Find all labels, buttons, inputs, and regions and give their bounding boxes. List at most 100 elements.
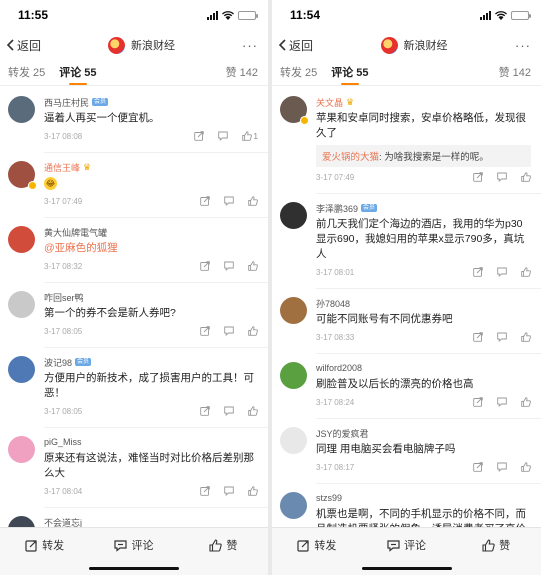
avatar[interactable] (8, 516, 35, 527)
comment-like-button[interactable] (248, 326, 258, 336)
author-name[interactable]: piG_Miss (44, 437, 82, 447)
comment-share-button[interactable] (473, 332, 483, 342)
comment-item[interactable]: 李泽鹏369 会员 前几天我们定个海边的酒店，我用的华为p30显示690，我媳妇用的… (272, 194, 541, 281)
author-name[interactable]: 黄大仙牌電气罐 (44, 226, 107, 239)
repost-button[interactable]: 转发 (0, 537, 89, 553)
comment-like-button[interactable] (248, 486, 258, 496)
tab-comment[interactable]: 评论 55 (331, 60, 369, 86)
back-button[interactable]: 返回 (6, 37, 41, 54)
comment-like-button[interactable]: 1 (241, 131, 258, 141)
comment-item[interactable]: stzs99 机票也是啊，不同的手机显示的价格不同，而且制造机票紧张的假象，诱导消… (272, 484, 541, 527)
author-name[interactable]: 李泽鹏369 (316, 202, 358, 215)
comment-meta: 3-17 08:33 (316, 328, 531, 346)
comment-like-button[interactable] (248, 406, 258, 416)
comment-text: @亚麻色的狐狸 (44, 241, 258, 256)
author-name[interactable]: JSY的爱疯君 (316, 427, 369, 440)
avatar[interactable] (8, 96, 35, 123)
comment-item[interactable]: 关文晶 ♛ 苹果和安卓同时搜索，安卓价格略低，发现很久了 爱火锅的大猫: 为啥我搜索是… (272, 88, 541, 186)
comment-button[interactable]: 评论 (362, 537, 452, 553)
comment-button[interactable]: 评论 (89, 537, 178, 553)
comment-item[interactable]: 通信王峰 ♛ 😂 3-17 07:49 (0, 153, 268, 210)
author-name[interactable]: 咋回ser鸭 (44, 291, 84, 304)
tab-like[interactable]: 赞 142 (499, 60, 531, 86)
comment-reply-button[interactable] (217, 131, 228, 141)
comment-reply-button[interactable] (497, 397, 507, 407)
comment-share-button[interactable] (200, 326, 210, 336)
avatar[interactable] (280, 96, 309, 125)
reply-author[interactable]: 爱火锅的大猫 (322, 152, 379, 163)
comment-like-button[interactable] (248, 196, 258, 206)
comment-like-button[interactable] (248, 261, 258, 271)
comment-item[interactable]: piG_Miss 原来还有这说法，难怪当时对比价格后差别那么大 3-17 08:04 (0, 428, 268, 500)
like-button[interactable]: 赞 (451, 537, 541, 553)
comment-like-button[interactable] (521, 267, 531, 277)
comment-like-button[interactable] (521, 172, 531, 182)
comment-like-button[interactable] (521, 332, 531, 342)
comment-share-button[interactable] (193, 131, 204, 141)
comment-share-button[interactable] (473, 397, 483, 407)
account-header[interactable]: 新浪财经 (380, 36, 448, 54)
tab-bar: 转发 25 评论 55 赞 142 (0, 60, 268, 86)
reply-preview[interactable]: 爱火锅的大猫: 为啥我搜索是一样的呢。 (316, 145, 531, 167)
avatar[interactable] (280, 297, 307, 324)
comment-reply-button[interactable] (497, 172, 507, 182)
comment-item[interactable]: 西马庄村民 会员 逼着人再买一个便宜机。 3-17 08:08 1 (0, 88, 268, 145)
author-name[interactable]: 关文晶 (316, 96, 343, 109)
comment-share-button[interactable] (473, 267, 483, 277)
mention-link[interactable]: @亚麻色的狐狸 (44, 242, 118, 254)
avatar[interactable] (280, 362, 307, 389)
comment-share-button[interactable] (473, 462, 483, 472)
avatar[interactable] (8, 356, 35, 383)
comment-item[interactable]: 波记98 会员 方便用户的新技术，成了损害用户的工具！可恶！ 3-17 08:05 (0, 348, 268, 420)
author-name[interactable]: 通信王峰 (44, 161, 80, 174)
comment-share-button[interactable] (200, 406, 210, 416)
tab-repost[interactable]: 转发 25 (8, 60, 45, 86)
comment-reply-button[interactable] (224, 196, 234, 206)
wifi-icon (222, 10, 234, 20)
comment-item[interactable]: 孙78048 可能不同账号有不同优惠券吧 3-17 08:33 (272, 289, 541, 346)
tab-repost[interactable]: 转发 25 (280, 60, 317, 86)
back-label: 返回 (17, 38, 42, 53)
tab-like[interactable]: 赞 142 (226, 60, 258, 86)
account-header[interactable]: 新浪财经 (108, 36, 175, 54)
avatar[interactable] (8, 226, 35, 253)
comment-share-button[interactable] (200, 486, 210, 496)
comment-reply-button[interactable] (497, 267, 507, 277)
comment-reply-button[interactable] (224, 326, 234, 336)
avatar[interactable] (280, 492, 307, 519)
tab-comment[interactable]: 评论 55 (59, 60, 97, 86)
avatar[interactable] (8, 291, 35, 318)
author-name[interactable]: wilford2008 (316, 363, 362, 373)
comment-reply-button[interactable] (497, 462, 507, 472)
comment-label: 评论 (404, 540, 426, 552)
comment-reply-button[interactable] (224, 486, 234, 496)
comment-like-button[interactable] (521, 462, 531, 472)
comment-item[interactable]: 黄大仙牌電气罐 @亚麻色的狐狸 3-17 08:32 (0, 218, 268, 275)
more-menu-button[interactable]: ··· (515, 38, 531, 53)
more-menu-button[interactable]: ··· (242, 38, 258, 53)
comment-share-button[interactable] (200, 261, 210, 271)
comment-item[interactable]: JSY的爱疯君 同理 用电脑买会看电脑牌子吗 3-17 08:17 (272, 419, 541, 476)
status-bar: 11:54 (272, 0, 541, 30)
repost-button[interactable]: 转发 (272, 537, 362, 553)
comment-item[interactable]: 咋回ser鸭 第一个的券不会是新人券吧? 3-17 08:05 (0, 283, 268, 340)
comment-reply-button[interactable] (497, 332, 507, 342)
comment-item[interactable]: 不会道忘j年年搞一次，过后又一样😏3-17 08:03 (0, 508, 268, 527)
comment-like-button[interactable] (521, 397, 531, 407)
comment-reply-button[interactable] (224, 261, 234, 271)
comment-reply-button[interactable] (224, 406, 234, 416)
comment-share-button[interactable] (473, 172, 483, 182)
comment-share-button[interactable] (200, 196, 210, 206)
comment-item[interactable]: wilford2008 刷脸普及以后长的漂亮的价格也高 3-17 08:24 (272, 354, 541, 411)
author-name[interactable]: 西马庄村民 (44, 96, 89, 109)
avatar[interactable] (280, 427, 307, 454)
like-button[interactable]: 赞 (179, 537, 268, 553)
avatar[interactable] (280, 202, 307, 229)
author-name[interactable]: 孙78048 (316, 297, 350, 310)
avatar[interactable] (8, 436, 35, 463)
author-name[interactable]: 波记98 (44, 356, 72, 369)
back-button[interactable]: 返回 (278, 37, 313, 54)
author-name[interactable]: 不会道忘j (44, 516, 82, 528)
author-name[interactable]: stzs99 (316, 493, 342, 503)
avatar[interactable] (8, 161, 37, 190)
